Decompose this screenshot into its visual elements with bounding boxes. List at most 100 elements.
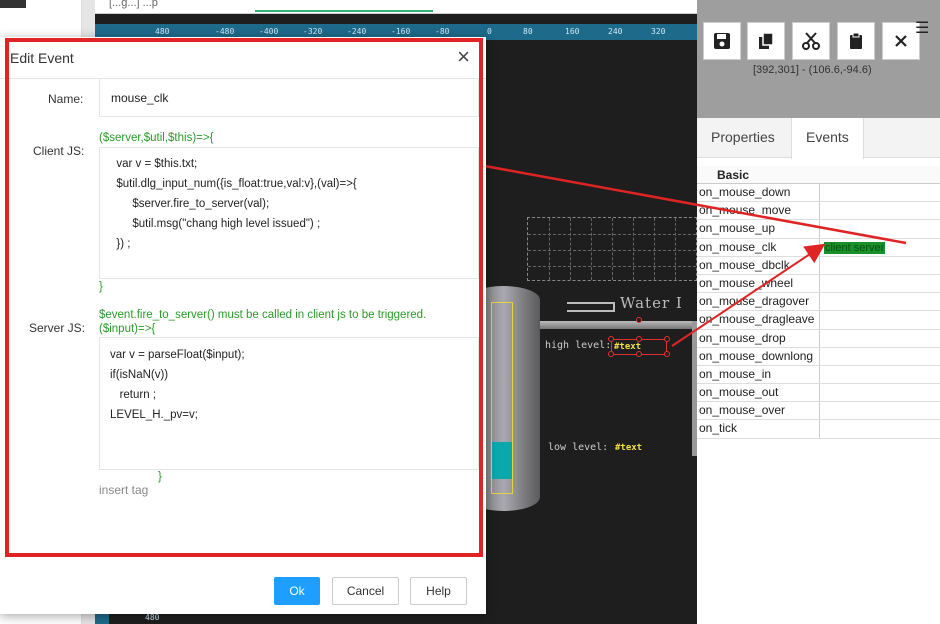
resize-handle[interactable] bbox=[664, 336, 670, 342]
event-name: on_mouse_downlong bbox=[697, 347, 820, 365]
high-level-label[interactable]: high level: bbox=[545, 340, 611, 351]
grid-line bbox=[549, 218, 550, 280]
close-button[interactable]: × bbox=[457, 45, 470, 69]
panel-tab-bar: Properties Events bbox=[697, 118, 940, 159]
grid-line bbox=[675, 218, 676, 280]
close-icon: × bbox=[457, 44, 470, 69]
save-button[interactable] bbox=[703, 22, 741, 60]
resize-handle[interactable] bbox=[636, 336, 642, 342]
ruler-tick: -320 bbox=[303, 27, 323, 36]
name-label: Name: bbox=[48, 92, 84, 106]
grid-line bbox=[612, 218, 613, 280]
event-value[interactable] bbox=[820, 275, 940, 292]
event-row-on-mouse-in[interactable]: on_mouse_in bbox=[697, 365, 940, 385]
menu-icon[interactable]: ☰ bbox=[915, 18, 929, 38]
tab-events[interactable]: Events bbox=[791, 118, 864, 159]
event-name: on_tick bbox=[697, 420, 820, 438]
event-row-on-mouse-downlong[interactable]: on_mouse_downlong bbox=[697, 347, 940, 366]
event-row-on-mouse-clk[interactable]: on_mouse_clk client server bbox=[697, 238, 940, 257]
copy-button[interactable] bbox=[747, 22, 785, 60]
event-value[interactable] bbox=[820, 330, 940, 347]
client-js-label: Client JS: bbox=[33, 144, 85, 158]
event-handler-badge[interactable]: client server bbox=[824, 241, 886, 254]
properties-panel: ☰ [392,301] - (106.6,-94.6) Properties E… bbox=[697, 0, 940, 624]
grid-line bbox=[633, 218, 634, 280]
ruler-tick: -160 bbox=[391, 27, 411, 36]
editor-tab-label[interactable]: [...g...] ...p bbox=[109, 0, 158, 9]
event-value[interactable] bbox=[820, 184, 940, 201]
client-js-close-brace: } bbox=[99, 281, 103, 293]
cancel-button[interactable]: Cancel bbox=[332, 577, 399, 605]
event-name: on_mouse_dbclk bbox=[697, 256, 820, 274]
grid-line bbox=[654, 218, 655, 280]
event-value[interactable] bbox=[820, 202, 940, 219]
event-row-on-mouse-drop[interactable]: on_mouse_drop bbox=[697, 329, 940, 348]
event-value[interactable] bbox=[820, 311, 940, 328]
event-row-on-mouse-over[interactable]: on_mouse_over bbox=[697, 402, 940, 421]
server-js-signature: ($input)=>{ bbox=[99, 323, 156, 335]
event-value[interactable] bbox=[820, 402, 940, 419]
help-button[interactable]: Help bbox=[410, 577, 467, 605]
event-value[interactable] bbox=[820, 348, 940, 365]
client-js-editor[interactable]: var v = $this.txt; $util.dlg_input_num({… bbox=[99, 147, 479, 279]
event-name: on_mouse_move bbox=[697, 202, 820, 220]
event-value[interactable] bbox=[820, 257, 940, 274]
event-row-on-mouse-up[interactable]: on_mouse_up bbox=[697, 220, 940, 239]
client-js-signature: ($server,$util,$this)=>{ bbox=[99, 132, 214, 144]
resize-handle[interactable] bbox=[608, 351, 614, 357]
paste-button[interactable] bbox=[837, 22, 875, 60]
low-level-text[interactable]: #text bbox=[615, 443, 642, 453]
server-js-editor[interactable]: var v = parseFloat($input); if(isNaN(v))… bbox=[99, 337, 479, 470]
ruler-tick: 80 bbox=[523, 27, 533, 36]
event-value[interactable] bbox=[820, 366, 940, 383]
name-field[interactable]: mouse_clk bbox=[99, 79, 479, 117]
event-row-on-mouse-move[interactable]: on_mouse_move bbox=[697, 202, 940, 221]
dialog-header: Edit Event × bbox=[0, 37, 486, 79]
tab-properties[interactable]: Properties bbox=[697, 118, 789, 158]
ok-button[interactable]: Ok bbox=[274, 577, 320, 605]
server-js-close-brace: } bbox=[158, 471, 162, 483]
event-name: on_mouse_up bbox=[697, 220, 820, 238]
event-value[interactable] bbox=[820, 220, 940, 237]
event-row-on-mouse-dragleave[interactable]: on_mouse_dragleave bbox=[697, 311, 940, 330]
ruler-tick: 320 bbox=[651, 27, 666, 36]
event-row-on-mouse-wheel[interactable]: on_mouse_wheel bbox=[697, 274, 940, 294]
insert-tag-link[interactable]: insert tag bbox=[99, 483, 148, 497]
resize-handle[interactable] bbox=[608, 336, 614, 342]
cursor-coordinates: [392,301] - (106.6,-94.6) bbox=[753, 64, 872, 76]
close-icon bbox=[895, 35, 907, 47]
save-icon bbox=[714, 33, 730, 49]
edit-event-dialog: Edit Event × Name: mouse_clk Client JS: … bbox=[0, 37, 486, 614]
event-row-on-mouse-dbclk[interactable]: on_mouse_dbclk bbox=[697, 256, 940, 275]
tank-level-fill bbox=[492, 442, 512, 479]
ruler-tick: 480 bbox=[155, 27, 170, 36]
event-row-on-mouse-out[interactable]: on_mouse_out bbox=[697, 384, 940, 403]
flow-arrow-icon[interactable] bbox=[567, 302, 615, 312]
chart-grid-placeholder[interactable] bbox=[527, 217, 697, 281]
pipe[interactable] bbox=[540, 321, 697, 329]
events-table-header: Basic bbox=[697, 166, 940, 184]
event-row-on-mouse-dragover[interactable]: on_mouse_dragover bbox=[697, 293, 940, 312]
app-logo bbox=[0, 0, 26, 8]
cut-button[interactable] bbox=[792, 22, 830, 60]
resize-handle[interactable] bbox=[636, 351, 642, 357]
edit-toolbar: ☰ [392,301] - (106.6,-94.6) bbox=[697, 0, 940, 118]
rotate-handle[interactable] bbox=[636, 317, 642, 323]
ruler-tick: -240 bbox=[347, 27, 367, 36]
dialog-title: Edit Event bbox=[10, 50, 74, 66]
event-name: on_mouse_over bbox=[697, 402, 820, 420]
ruler-tick: 480 bbox=[145, 613, 160, 622]
low-level-label[interactable]: low level: bbox=[548, 442, 608, 453]
resize-handle[interactable] bbox=[664, 351, 670, 357]
event-value[interactable]: client server bbox=[820, 239, 940, 256]
event-value[interactable] bbox=[820, 384, 940, 401]
event-row-on-tick[interactable]: on_tick bbox=[697, 420, 940, 439]
server-js-label: Server JS: bbox=[29, 321, 86, 335]
event-row-on-mouse-down[interactable]: on_mouse_down bbox=[697, 184, 940, 203]
grid-line bbox=[591, 218, 592, 280]
event-value[interactable] bbox=[820, 420, 940, 437]
grid-line bbox=[570, 218, 571, 280]
event-value[interactable] bbox=[820, 293, 940, 310]
server-js-note: $event.fire_to_server() must be called i… bbox=[99, 309, 427, 321]
water-label[interactable]: Water I bbox=[620, 294, 683, 312]
